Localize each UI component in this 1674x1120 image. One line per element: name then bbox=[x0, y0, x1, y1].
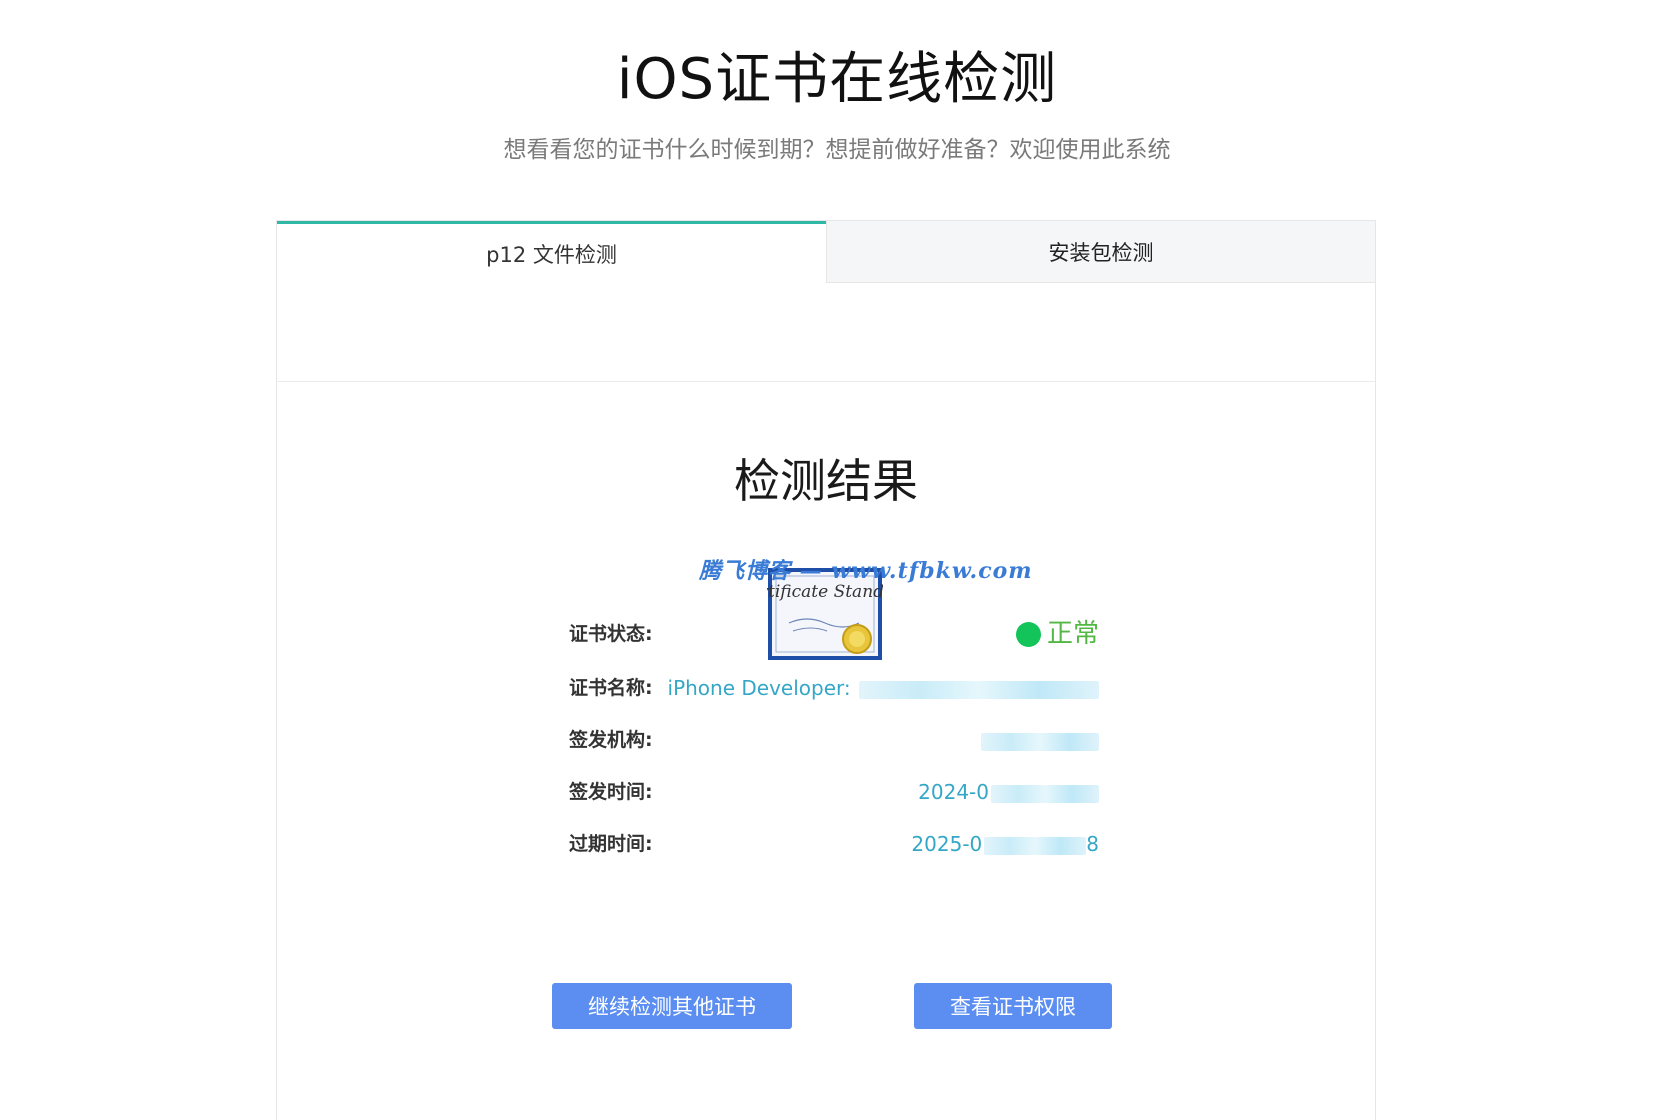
tab-p12-check[interactable]: p12 文件检测 bbox=[277, 221, 826, 283]
certificate-title-text: Certificate Standard bbox=[767, 582, 883, 602]
value-cert-status: 正常 bbox=[1015, 617, 1099, 652]
watermark-text: 腾飞博客 — www.tfbkw.com bbox=[699, 558, 1033, 584]
view-permissions-button[interactable]: 查看证书权限 bbox=[914, 983, 1112, 1029]
detection-card: p12 文件检测 安装包检测 检测结果 Certificate Standard… bbox=[276, 220, 1376, 1120]
row-issue-date: 签发时间: 2024-0 bbox=[569, 775, 1099, 809]
row-cert-name: 证书名称: iPhone Developer: bbox=[569, 671, 1099, 705]
continue-check-button[interactable]: 继续检测其他证书 bbox=[552, 983, 792, 1029]
page-subtitle: 想看看您的证书什么时候到期？想提前做好准备？欢迎使用此系统 bbox=[503, 137, 1171, 163]
value-expiry-date: 2025-0 8 bbox=[911, 827, 1099, 861]
redacted-block bbox=[991, 784, 1099, 803]
label-expiry-date: 过期时间: bbox=[569, 833, 653, 855]
redacted-block bbox=[981, 732, 1099, 751]
value-cert-name: iPhone Developer: bbox=[668, 671, 1099, 705]
label-issue-date: 签发时间: bbox=[569, 781, 653, 803]
result-title: 检测结果 bbox=[734, 454, 918, 508]
value-issue-date: 2024-0 bbox=[918, 775, 1099, 809]
row-cert-status: 证书状态: 正常 bbox=[569, 617, 1099, 651]
section-divider bbox=[277, 381, 1375, 382]
label-cert-status: 证书状态: bbox=[569, 623, 653, 645]
cert-name-text: iPhone Developer: bbox=[667, 676, 857, 700]
status-ok-icon bbox=[1015, 622, 1041, 647]
tab-package-check[interactable]: 安装包检测 bbox=[826, 221, 1375, 283]
expiry-date-text: 2025-0 bbox=[911, 832, 983, 856]
label-cert-name: 证书名称: bbox=[569, 677, 653, 699]
redacted-block bbox=[984, 836, 1087, 855]
redacted-block bbox=[859, 680, 1099, 699]
status-text: 正常 bbox=[1046, 619, 1099, 649]
label-issuer: 签发机构: bbox=[569, 729, 653, 751]
page-title: iOS证书在线检测 bbox=[616, 47, 1058, 112]
value-issuer bbox=[979, 723, 1099, 757]
issue-date-text: 2024-0 bbox=[918, 780, 989, 804]
row-issuer: 签发机构: bbox=[569, 723, 1099, 757]
tab-bar: p12 文件检测 安装包检测 bbox=[277, 221, 1375, 283]
expiry-date-suffix: 8 bbox=[1086, 832, 1099, 856]
row-expiry-date: 过期时间: 2025-0 8 bbox=[569, 827, 1099, 861]
